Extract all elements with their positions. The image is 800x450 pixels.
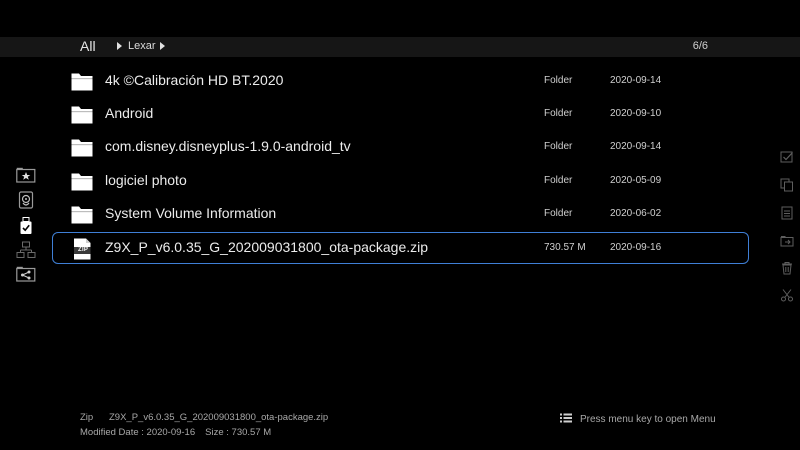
item-count: 6/6 xyxy=(692,40,708,52)
file-name: System Volume Information xyxy=(105,205,277,221)
file-row-selected[interactable]: ZIP Z9X_P_v6.0.35_G_202009031800_ota-pac… xyxy=(52,232,749,264)
usb-drive-icon[interactable] xyxy=(16,217,36,235)
zip-icon-label: ZIP xyxy=(78,247,89,253)
file-size: Folder xyxy=(544,208,573,219)
file-date: 2020-06-02 xyxy=(610,208,662,219)
breadcrumb-arrow-icon xyxy=(160,42,165,50)
file-type: Zip xyxy=(80,412,94,423)
file-info-size: Size : 730.57 M xyxy=(205,427,272,438)
folder-icon xyxy=(71,71,93,91)
file-date: 2020-09-14 xyxy=(610,141,662,152)
move-folder-icon[interactable] xyxy=(780,234,794,248)
modified-date: Modified Date : 2020-09-16 xyxy=(80,427,196,438)
file-size: Folder xyxy=(544,108,573,119)
menu-hint: Press menu key to open Menu xyxy=(560,413,716,426)
copy-icon[interactable] xyxy=(780,178,794,192)
menu-list-icon xyxy=(560,413,572,426)
folder-icon xyxy=(71,171,93,191)
file-row[interactable]: com.disney.disneyplus-1.9.0-android_tv F… xyxy=(52,131,749,163)
menu-hint-text: Press menu key to open Menu xyxy=(580,414,716,426)
breadcrumb-arrow-icon xyxy=(117,42,122,50)
breadcrumb[interactable]: Lexar xyxy=(128,40,156,52)
file-size: Folder xyxy=(544,175,573,186)
file-date: 2020-09-14 xyxy=(610,75,662,86)
file-info-name: Z9X_P_v6.0.35_G_202009031800_ota-package… xyxy=(109,412,329,423)
paste-icon[interactable] xyxy=(780,206,794,220)
file-row[interactable]: 4k ©Calibración HD BT.2020 Folder 2020-0… xyxy=(52,65,749,97)
folder-icon xyxy=(71,104,93,124)
file-name: com.disney.disneyplus-1.9.0-android_tv xyxy=(105,138,351,154)
file-name: Android xyxy=(105,105,154,121)
file-size: Folder xyxy=(544,141,573,152)
file-row[interactable]: System Volume Information Folder 2020-06… xyxy=(52,198,749,230)
folder-icon xyxy=(71,137,93,157)
file-name: logiciel photo xyxy=(105,172,187,188)
select-icon[interactable] xyxy=(780,150,794,164)
file-size: 730.57 M xyxy=(544,242,586,253)
file-size: Folder xyxy=(544,75,573,86)
file-name: Z9X_P_v6.0.35_G_202009031800_ota-package… xyxy=(105,239,429,255)
file-info-panel: Zip Z9X_P_v6.0.35_G_202009031800_ota-pack… xyxy=(80,410,328,440)
file-date: 2020-09-16 xyxy=(610,242,662,253)
root-label[interactable]: All xyxy=(80,38,96,54)
folder-icon xyxy=(71,204,93,224)
media-source-icon[interactable] xyxy=(16,191,36,209)
file-date: 2020-09-10 xyxy=(610,108,662,119)
cut-icon[interactable] xyxy=(780,288,794,302)
file-row[interactable]: logiciel photo Folder 2020-05-09 xyxy=(52,165,749,197)
favorites-folder-icon[interactable] xyxy=(16,167,36,185)
file-row[interactable]: Android Folder 2020-09-10 xyxy=(52,98,749,130)
file-date: 2020-05-09 xyxy=(610,175,662,186)
file-name: 4k ©Calibración HD BT.2020 xyxy=(105,72,284,88)
header-bar: All Lexar 6/6 xyxy=(0,37,800,57)
delete-icon[interactable] xyxy=(780,261,794,275)
network-icon[interactable] xyxy=(16,241,36,259)
share-folder-icon[interactable] xyxy=(16,266,36,284)
